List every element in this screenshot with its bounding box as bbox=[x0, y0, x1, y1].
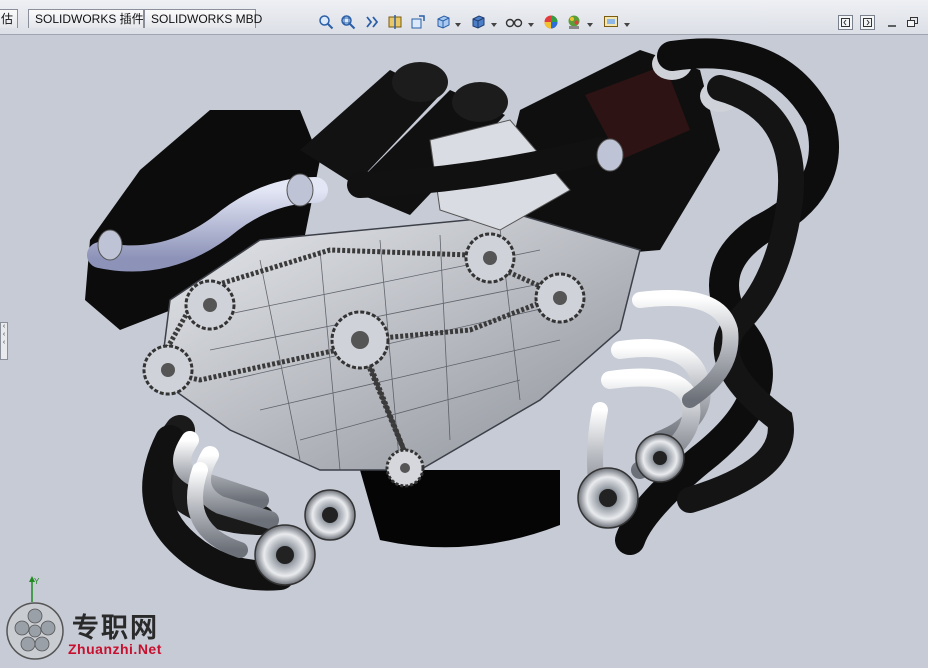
dynamic-annotation-icon[interactable] bbox=[408, 12, 428, 32]
view-orientation-icon[interactable] bbox=[433, 12, 453, 32]
display-style-icon[interactable] bbox=[468, 12, 488, 32]
zoom-area-icon[interactable] bbox=[338, 12, 358, 32]
minimize-icon[interactable] bbox=[884, 15, 899, 30]
graphics-area[interactable] bbox=[0, 35, 928, 665]
zoom-to-fit-icon[interactable] bbox=[316, 12, 336, 32]
watermark-cn-text: 专职网 bbox=[72, 613, 159, 644]
chevron-down-icon[interactable] bbox=[623, 18, 631, 27]
section-view-icon[interactable] bbox=[385, 12, 405, 32]
watermark-en-text: Zhuanzhi.Net bbox=[68, 641, 162, 657]
triad-y-label: Y bbox=[34, 577, 40, 586]
previous-view-icon[interactable] bbox=[362, 12, 382, 32]
view-settings-icon[interactable] bbox=[601, 12, 621, 32]
panel-collapse-handle[interactable]: ‹ ‹ ‹ bbox=[0, 322, 8, 360]
chevron-down-icon[interactable] bbox=[490, 18, 498, 27]
edit-appearance-icon[interactable] bbox=[541, 12, 561, 32]
hide-show-items-icon[interactable] bbox=[504, 12, 524, 32]
oil-pan bbox=[360, 470, 560, 548]
tab-evaluate[interactable]: 估 bbox=[0, 9, 18, 28]
tab-solidworks-mbd[interactable]: SOLIDWORKS MBD bbox=[144, 9, 262, 28]
chevron-down-icon[interactable] bbox=[586, 18, 594, 27]
engine-assembly-model[interactable] bbox=[0, 35, 928, 665]
command-manager-tabbar: 估 SOLIDWORKS 插件 SOLIDWORKS MBD bbox=[0, 0, 928, 35]
chevron-down-icon[interactable] bbox=[527, 18, 535, 27]
tab-solidworks-addins[interactable]: SOLIDWORKS 插件 bbox=[28, 9, 144, 28]
watermark-logo-icon bbox=[4, 600, 66, 665]
tile-left-icon[interactable] bbox=[838, 15, 853, 30]
apply-scene-icon[interactable] bbox=[564, 12, 584, 32]
chevron-down-icon[interactable] bbox=[454, 18, 462, 27]
restore-icon[interactable] bbox=[905, 15, 920, 30]
tile-right-icon[interactable] bbox=[860, 15, 875, 30]
